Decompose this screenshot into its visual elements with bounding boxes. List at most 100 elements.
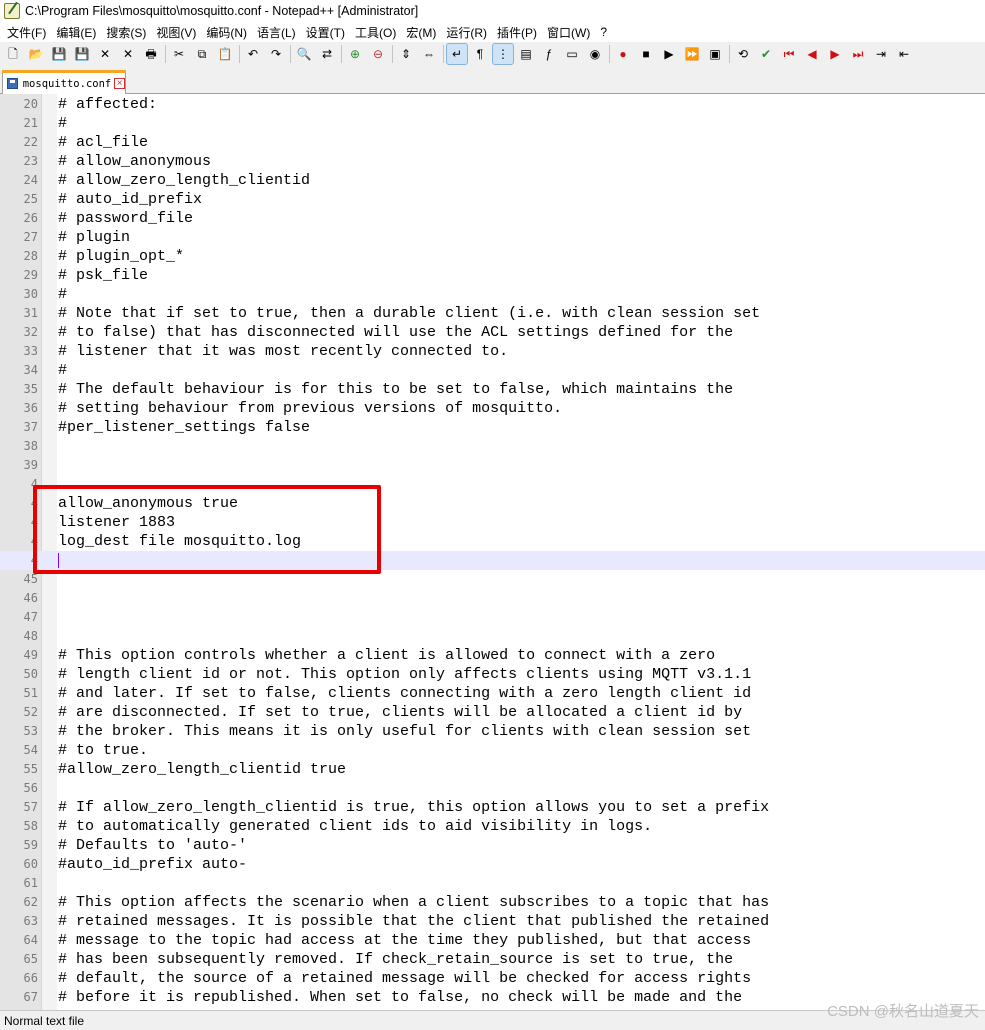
plugin-b-icon[interactable]: ✔ [756,44,776,64]
zoom-out-icon[interactable]: ⊖ [368,44,388,64]
line-text[interactable]: # allow_zero_length_clientid [58,171,310,190]
editor-line[interactable]: 30 # [0,285,985,304]
editor-line[interactable]: 28 # plugin_opt_* [0,247,985,266]
menu-item-0[interactable]: 文件(F) [0,24,51,41]
line-text[interactable]: # Note that if set to true, then a durab… [58,304,760,323]
line-text[interactable]: # message to the topic had access at the… [58,931,751,950]
line-text[interactable]: # to true. [58,741,148,760]
cut-icon[interactable]: ✂ [169,44,189,64]
line-text[interactable]: # [58,361,67,380]
editor-line[interactable]: 22 # acl_file [0,133,985,152]
line-text[interactable]: # password_file [58,209,193,228]
line-text[interactable]: # default, the source of a retained mess… [58,969,751,988]
save-macro-icon[interactable]: ▣ [705,44,725,64]
editor-line[interactable]: 60 #auto_id_prefix auto- [0,855,985,874]
menu-item-5[interactable]: 语言(L) [252,24,301,41]
menu-item-3[interactable]: 视图(V) [151,24,201,41]
plugin-d-icon[interactable]: ⇤ [894,44,914,64]
editor-line[interactable]: 4 allow_anonymous true [0,494,985,513]
play-macro-icon[interactable]: ▶ [659,44,679,64]
editor-line[interactable]: 48 [0,627,985,646]
menu-item-10[interactable]: 插件(P) [492,24,542,41]
menu-item-8[interactable]: 宏(M) [401,24,441,41]
editor-line[interactable]: 57 # If allow_zero_length_clientid is tru… [0,798,985,817]
line-text[interactable]: # and later. If set to false, clients co… [58,684,751,703]
line-text[interactable]: # retained messages. It is possible that… [58,912,769,931]
editor-line[interactable]: 34 # [0,361,985,380]
editor-line[interactable]: 65 # has been subsequently removed. If ch… [0,950,985,969]
line-text[interactable]: # listener that it was most recently con… [58,342,508,361]
line-text[interactable]: # The default behaviour is for this to b… [58,380,733,399]
editor-line[interactable]: 33 # listener that it was most recently c… [0,342,985,361]
redo-icon[interactable]: ↷ [266,44,286,64]
line-text[interactable]: # setting behaviour from previous versio… [58,399,562,418]
line-text[interactable]: # Defaults to 'auto-' [58,836,247,855]
paste-icon[interactable]: 📋 [215,44,235,64]
line-text[interactable]: # plugin_opt_* [58,247,184,266]
folder-workspace-icon[interactable]: ▭ [562,44,582,64]
replace-icon[interactable]: ⇄ [317,44,337,64]
editor-line[interactable]: 4 [0,551,985,570]
stop-macro-icon[interactable]: ■ [636,44,656,64]
plugin-a-icon[interactable]: ⟲ [733,44,753,64]
open-icon[interactable]: 📂 [26,44,46,64]
nav-prev-icon[interactable]: ◀ [802,44,822,64]
doc-map-icon[interactable]: ▤ [516,44,536,64]
editor-line[interactable]: 39 [0,456,985,475]
menu-item-6[interactable]: 设置(T) [301,24,350,41]
show-all-chars-icon[interactable]: ¶ [470,44,490,64]
editor-line[interactable]: 26 # password_file [0,209,985,228]
editor-line[interactable]: 25 # auto_id_prefix [0,190,985,209]
editor-line[interactable]: 52 # are disconnected. If set to true, cl… [0,703,985,722]
line-text[interactable]: # to false) that has disconnected will u… [58,323,733,342]
line-text[interactable]: # the broker. This means it is only usef… [58,722,751,741]
text-editor[interactable]: 20 # affected: 21 #22 # acl_file 23 # allow_an… [0,94,985,1010]
line-text[interactable]: # plugin [58,228,130,247]
editor-line[interactable]: 47 [0,608,985,627]
zoom-in-icon[interactable]: ⊕ [345,44,365,64]
sync-horizontal-icon[interactable]: ⇔ [419,44,439,64]
editor-line[interactable]: 56 [0,779,985,798]
editor-line[interactable]: 24 # allow_zero_length_clientid [0,171,985,190]
menu-item-4[interactable]: 编码(N) [201,24,252,41]
editor-line[interactable]: 35 # The default behaviour is for this to… [0,380,985,399]
record-macro-icon[interactable]: ● [613,44,633,64]
line-text[interactable]: # [58,114,67,133]
editor-line[interactable]: 51 # and later. If set to false, clients … [0,684,985,703]
line-text[interactable]: # affected: [58,95,157,114]
editor-line[interactable]: 37 #per_listener_settings false [0,418,985,437]
line-text[interactable]: listener 1883 [58,513,175,532]
menu-item-1[interactable]: 编辑(E) [51,24,101,41]
line-text[interactable]: #auto_id_prefix auto- [58,855,247,874]
menu-item-12[interactable]: ? [595,25,612,39]
editor-line[interactable]: 58 # to automatically generated client id… [0,817,985,836]
copy-icon[interactable]: ⧉ [192,44,212,64]
editor-line[interactable]: 31 # Note that if set to true, then a dur… [0,304,985,323]
editor-line[interactable]: 45 [0,570,985,589]
line-text[interactable]: # to automatically generated client ids … [58,817,652,836]
line-text[interactable]: # allow_anonymous [58,152,211,171]
nav-first-icon[interactable]: ⏮ [779,44,799,64]
line-text[interactable]: #per_listener_settings false [58,418,310,437]
close-tab-icon[interactable]: × [114,78,125,89]
editor-line[interactable]: 32 # to false) that has disconnected will… [0,323,985,342]
new-icon[interactable]: 🗋 [3,44,23,64]
line-text[interactable]: # are disconnected. If set to true, clie… [58,703,742,722]
editor-line[interactable]: 38 [0,437,985,456]
line-text[interactable]: # has been subsequently removed. If chec… [58,950,733,969]
close-all-icon[interactable]: ✕ [118,44,138,64]
editor-line[interactable]: 64 # message to the topic had access at t… [0,931,985,950]
run-macro-multiple-icon[interactable]: ⏩ [682,44,702,64]
nav-last-icon[interactable]: ⏭ [848,44,868,64]
editor-line[interactable]: 36 # setting behaviour from previous vers… [0,399,985,418]
line-text[interactable]: # psk_file [58,266,148,285]
editor-line[interactable]: 29 # psk_file [0,266,985,285]
line-text[interactable]: # If allow_zero_length_clientid is true,… [58,798,769,817]
plugin-c-icon[interactable]: ⇥ [871,44,891,64]
close-icon[interactable]: ✕ [95,44,115,64]
line-text[interactable]: # This option affects the scenario when … [58,893,769,912]
line-text[interactable]: # [58,285,67,304]
editor-line[interactable]: 54 # to true. [0,741,985,760]
editor-line[interactable]: 20 # affected: [0,95,985,114]
line-text[interactable]: # This option controls whether a client … [58,646,715,665]
